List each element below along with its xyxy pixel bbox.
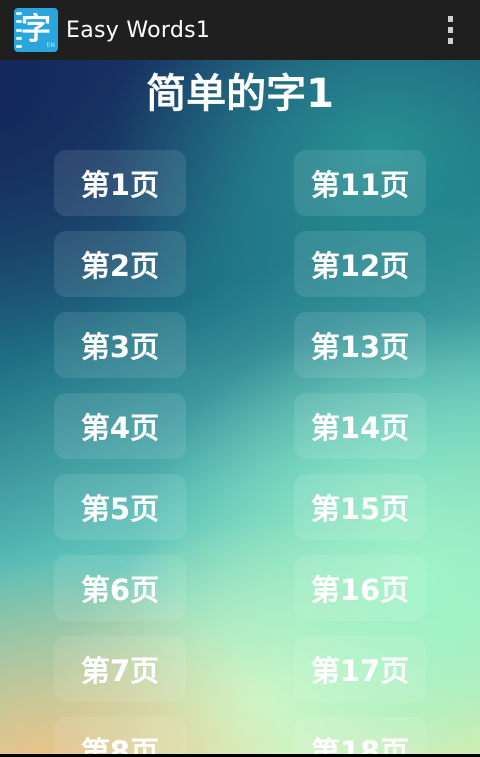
page-button-5[interactable]: 第5页: [54, 474, 186, 540]
page-button-14[interactable]: 第14页: [294, 393, 426, 459]
app-title: Easy Words1: [66, 17, 211, 43]
action-bar: 字 EN Easy Words1: [0, 0, 480, 60]
page-button-18[interactable]: 第18页: [294, 717, 426, 754]
page-button-8[interactable]: 第8页: [54, 717, 186, 754]
overflow-menu-icon[interactable]: [446, 16, 454, 44]
page-button-7[interactable]: 第7页: [54, 636, 186, 702]
app-icon[interactable]: 字 EN: [14, 8, 58, 52]
page-button-12[interactable]: 第12页: [294, 231, 426, 297]
main-content: 简单的字1 第1页 第2页 第3页 第4页 第5页 第6页 第7页 第8页 第1…: [0, 60, 480, 754]
page-button-11[interactable]: 第11页: [294, 150, 426, 216]
page-button-16[interactable]: 第16页: [294, 555, 426, 621]
page-button-17[interactable]: 第17页: [294, 636, 426, 702]
page-title: 简单的字1: [146, 71, 334, 117]
app-screen: 字 EN Easy Words1 简单的字1 第1页 第2页 第3页 第4页 第…: [0, 0, 480, 757]
page-button-2[interactable]: 第2页: [54, 231, 186, 297]
page-button-13[interactable]: 第13页: [294, 312, 426, 378]
page-button-1[interactable]: 第1页: [54, 150, 186, 216]
page-button-3[interactable]: 第3页: [54, 312, 186, 378]
page-button-15[interactable]: 第15页: [294, 474, 426, 540]
page-button-6[interactable]: 第6页: [54, 555, 186, 621]
app-icon-tag: EN: [46, 42, 55, 49]
app-icon-glyph: 字: [21, 12, 51, 47]
page-button-4[interactable]: 第4页: [54, 393, 186, 459]
notebook-rings-icon: [16, 12, 22, 48]
